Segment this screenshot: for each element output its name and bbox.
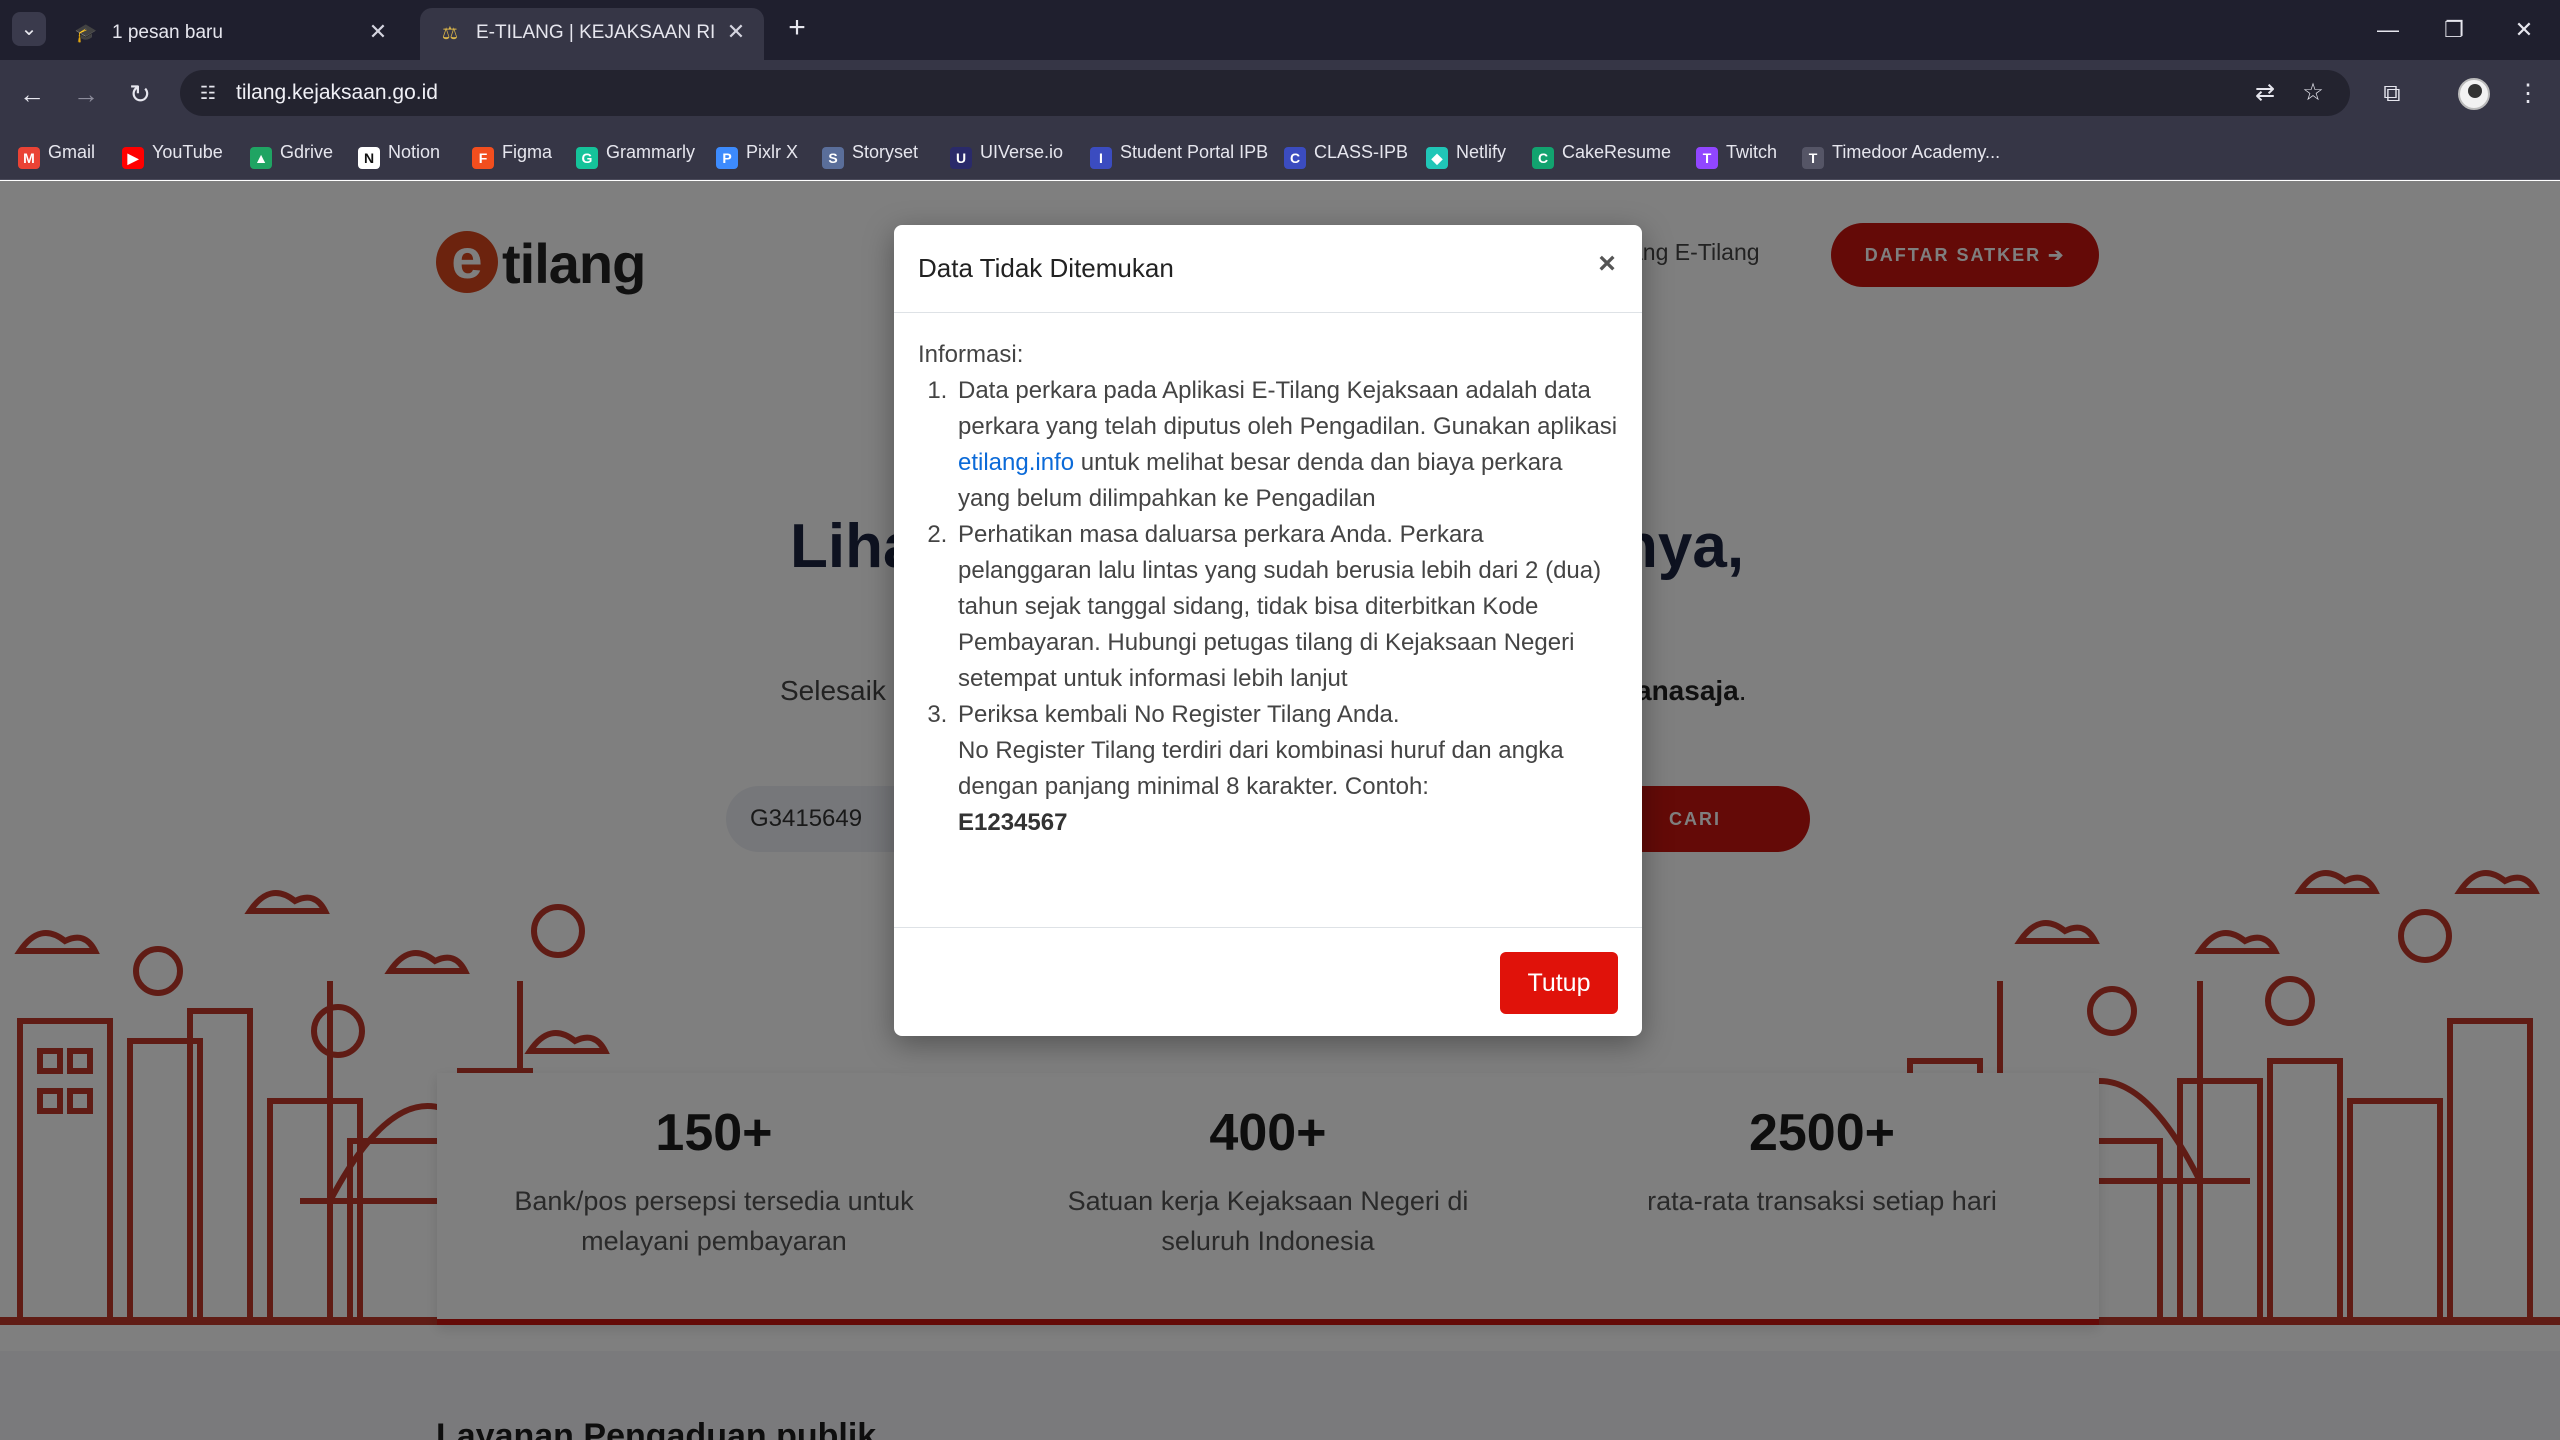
bookmark-grammarly[interactable]: G Grammarly [576, 138, 695, 169]
bookmark-class-ipb[interactable]: C CLASS-IPB [1284, 138, 1409, 169]
bookmark-youtube[interactable]: ▶ YouTube [122, 138, 223, 169]
bookmark-label: YouTube [152, 142, 223, 162]
bookmark-cakeresume[interactable]: C CakeResume [1532, 138, 1672, 169]
info-item-3-line-a: Periksa kembali No Register Tilang Anda. [958, 701, 1400, 728]
grammarly-icon: G [576, 147, 598, 169]
graduation-cap-icon: 🎓 [74, 23, 98, 43]
profile-avatar[interactable] [2458, 78, 2490, 110]
close-tab-icon[interactable]: ✕ [722, 18, 750, 46]
url-text[interactable]: tilang.kejaksaan.go.id [236, 81, 438, 105]
bookmark-label: Twitch [1726, 142, 1778, 162]
kejaksaan-emblem-icon: ⚖ [441, 23, 459, 43]
bookmark-pixlr-x[interactable]: P Pixlr X [716, 138, 799, 169]
storyset-icon: S [822, 147, 844, 169]
info-item-2: Perhatikan masa daluarsa perkara Anda. P… [954, 517, 1618, 697]
back-arrow-icon[interactable]: ← [12, 74, 52, 114]
browser-tab-pesan[interactable]: 🎓 1 pesan baru ✕ [56, 8, 406, 60]
data-not-found-modal: Data Tidak Ditemukan × Informasi: Data p… [894, 225, 1642, 1036]
youtube-icon: ▶ [122, 147, 144, 169]
class-ipb-icon: C [1284, 147, 1306, 169]
address-bar[interactable]: ☷ tilang.kejaksaan.go.id ⇄ ☆ [180, 70, 2350, 116]
gmail-icon: M [18, 147, 40, 169]
bookmark-notion[interactable]: N Notion [358, 138, 441, 169]
modal-body: Informasi: Data perkara pada Aplikasi E-… [918, 337, 1618, 841]
extensions-puzzle-icon[interactable]: ⧉ [2372, 74, 2412, 114]
pixlr-icon: P [716, 147, 738, 169]
bookmark-student-portal-ipb[interactable]: I Student Portal IPB [1090, 138, 1269, 169]
bookmark-gmail[interactable]: M Gmail [18, 138, 96, 169]
bookmark-star-icon[interactable]: ☆ [2298, 78, 2328, 108]
browser-tab-bar: ⌄ 🎓 1 pesan baru ✕ ⚖ E-TILANG | KEJAKSAA… [0, 0, 2560, 60]
forward-arrow-icon[interactable]: → [66, 74, 106, 114]
minimize-icon[interactable]: — [2358, 10, 2418, 50]
tab-title: E-TILANG | KEJAKSAAN RI [476, 22, 716, 43]
bookmark-label: CLASS-IPB [1314, 142, 1409, 162]
bookmark-storyset[interactable]: S Storyset [822, 138, 919, 169]
info-label: Informasi: [918, 341, 1024, 368]
new-tab-plus-icon[interactable]: + [780, 12, 814, 46]
bookmark-label: Netlify [1456, 142, 1507, 162]
etilang-info-link[interactable]: etilang.info [958, 449, 1074, 476]
uiverse-icon: U [950, 147, 972, 169]
window-close-icon[interactable]: ✕ [2494, 10, 2554, 50]
modal-close-icon[interactable]: × [1590, 247, 1624, 281]
bookmarks-bar: M Gmail ▶ YouTube ▲ Gdrive N Notion F Figma G Gramm… [0, 126, 2560, 180]
modal-title: Data Tidak Ditemukan [918, 253, 1174, 283]
tab-search-chevron-icon[interactable]: ⌄ [12, 12, 46, 46]
timedoor-icon: T [1802, 147, 1824, 169]
bookmark-timedoor-academy[interactable]: T Timedoor Academy... [1802, 138, 2001, 169]
bookmark-uiverse-io[interactable]: U UIVerse.io [950, 138, 1064, 169]
modal-header: Data Tidak Ditemukan × [894, 225, 1642, 313]
info-item-3-line-b: No Register Tilang terdiri dari kombinas… [958, 737, 1564, 800]
gdrive-icon: ▲ [250, 147, 272, 169]
info-item-1: Data perkara pada Aplikasi E-Tilang Keja… [954, 373, 1618, 517]
bookmark-figma[interactable]: F Figma [472, 138, 553, 169]
bookmark-label: Gmail [48, 142, 96, 162]
close-tab-icon[interactable]: ✕ [364, 18, 392, 46]
bookmark-label: Notion [388, 142, 441, 162]
bookmark-label: UIVerse.io [980, 142, 1064, 162]
bookmark-label: Pixlr X [746, 142, 799, 162]
bookmark-label: Storyset [852, 142, 919, 162]
bookmark-netlify[interactable]: ◆ Netlify [1426, 138, 1507, 169]
reload-icon[interactable]: ↻ [120, 74, 160, 114]
restore-icon[interactable]: ❐ [2424, 10, 2484, 50]
bookmark-label: CakeResume [1562, 142, 1672, 162]
tutup-button[interactable]: Tutup [1500, 952, 1618, 1014]
notion-icon: N [358, 147, 380, 169]
twitch-icon: T [1696, 147, 1718, 169]
cakeresume-icon: C [1532, 147, 1554, 169]
browser-tab-etilang[interactable]: ⚖ E-TILANG | KEJAKSAAN RI ✕ [420, 8, 764, 60]
bookmark-label: Grammarly [606, 142, 695, 162]
figma-icon: F [472, 147, 494, 169]
tab-title: 1 pesan baru [112, 22, 223, 43]
ipb-icon: I [1090, 147, 1112, 169]
info-list: Data perkara pada Aplikasi E-Tilang Keja… [954, 373, 1618, 841]
more-menu-icon[interactable]: ⋮ [2508, 74, 2548, 114]
netlify-icon: ◆ [1426, 147, 1448, 169]
site-info-tune-icon[interactable]: ☷ [194, 79, 222, 107]
modal-footer: Tutup [894, 927, 1642, 1036]
bookmark-gdrive[interactable]: ▲ Gdrive [250, 138, 334, 169]
bookmark-label: Timedoor Academy... [1832, 142, 2001, 162]
info-item-3: Periksa kembali No Register Tilang Anda.… [954, 697, 1618, 841]
bookmark-twitch[interactable]: T Twitch [1696, 138, 1778, 169]
translate-icon[interactable]: ⇄ [2250, 78, 2280, 108]
bookmark-label: Student Portal IPB [1120, 142, 1269, 162]
info-item-1-text-a: Data perkara pada Aplikasi E-Tilang Keja… [958, 377, 1618, 440]
register-example: E1234567 [958, 809, 1068, 836]
bookmark-label: Figma [502, 142, 553, 162]
browser-toolbar: ← → ↻ ☷ tilang.kejaksaan.go.id ⇄ ☆ ⧉ ⋮ [0, 60, 2560, 126]
bookmark-label: Gdrive [280, 142, 334, 162]
